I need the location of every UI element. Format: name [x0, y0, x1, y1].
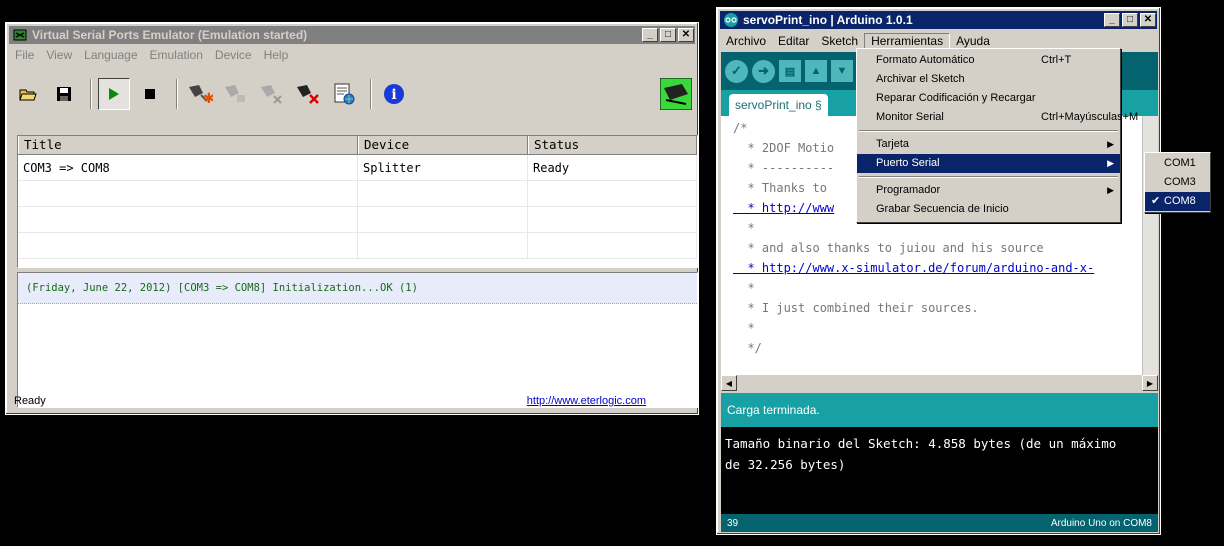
cell-device: Splitter	[358, 155, 528, 180]
herramientas-menu: Formato Automático Ctrl+T Archivar el Sk…	[856, 48, 1138, 223]
status-text: Ready	[14, 395, 46, 407]
checkmark-icon: ✔	[1151, 195, 1161, 207]
ide-bottombar: 39 Arduino Uno on COM8	[721, 514, 1158, 532]
menu-separator	[859, 130, 1118, 132]
horizontal-scrollbar[interactable]: ◀ ▶	[721, 375, 1158, 391]
close-button[interactable]: ✕	[678, 28, 694, 42]
table-row-empty	[18, 207, 697, 233]
table-row[interactable]: COM3 => COM8 Splitter Ready	[18, 155, 697, 181]
code-line: *	[733, 321, 755, 335]
submenu-arrow-icon: ▶	[1107, 139, 1114, 149]
create-device-icon[interactable]: ✱	[184, 78, 216, 110]
website-link[interactable]: http://www.eterlogic.com	[527, 395, 646, 407]
menu-herramientas[interactable]: Herramientas	[864, 33, 951, 49]
port-item-com3[interactable]: COM3	[1145, 173, 1210, 192]
open-sketch-button[interactable]: ▲	[805, 60, 827, 82]
menu-sketch[interactable]: Sketch	[815, 34, 864, 48]
vspe-logo-icon	[660, 78, 692, 110]
minimize-button[interactable]: _	[642, 28, 658, 42]
cell-status: Ready	[528, 155, 697, 180]
menu-file[interactable]: File	[9, 48, 40, 62]
menu-help[interactable]: Help	[258, 48, 295, 62]
menu-item-reparar-codificacion[interactable]: Reparar Codificación y Recargar	[857, 89, 1120, 108]
minimize-button[interactable]: _	[1104, 13, 1120, 27]
window-title: servoPrint_ino | Arduino 1.0.1	[743, 13, 913, 27]
code-line: *	[733, 281, 755, 295]
vspe-toolbar: ✱ i	[12, 69, 692, 119]
vspe-menubar: File View Language Emulation Device Help	[9, 45, 695, 65]
edit-device-icon	[220, 78, 252, 110]
menu-device[interactable]: Device	[209, 48, 258, 62]
vspe-titlebar[interactable]: Virtual Serial Ports Emulator (Emulation…	[9, 26, 695, 44]
port-item-com1[interactable]: COM1	[1145, 154, 1210, 173]
arduino-titlebar[interactable]: servoPrint_ino | Arduino 1.0.1 _ □ ✕	[720, 11, 1157, 29]
menu-editar[interactable]: Editar	[772, 34, 815, 48]
code-line-link: * http://www.x-simulator.de/forum/arduin…	[733, 261, 1095, 275]
svg-text:✱: ✱	[203, 91, 213, 105]
log-panel: (Friday, June 22, 2012) [COM3 => COM8] I…	[17, 272, 698, 408]
close-button[interactable]: ✕	[1140, 13, 1156, 27]
menu-item-programador[interactable]: Programador ▶	[857, 181, 1120, 200]
svg-text:i: i	[391, 87, 396, 103]
info-icon[interactable]: i	[378, 78, 410, 110]
code-line: */	[733, 341, 762, 355]
stop-emulation-button[interactable]	[134, 78, 166, 110]
log-line: (Friday, June 22, 2012) [COM3 => COM8] I…	[18, 273, 697, 304]
column-header-title[interactable]: Title	[18, 136, 358, 154]
verify-button[interactable]: ✓	[725, 59, 748, 83]
console-line: de 32.256 bytes)	[725, 457, 846, 472]
menu-ayuda[interactable]: Ayuda	[950, 34, 996, 48]
vspe-window: Virtual Serial Ports Emulator (Emulation…	[5, 22, 699, 415]
code-line: * I just combined their sources.	[733, 301, 979, 315]
menu-separator	[859, 176, 1118, 178]
menu-emulation[interactable]: Emulation	[144, 48, 209, 62]
upload-button[interactable]: ➜	[752, 59, 775, 83]
start-emulation-button[interactable]	[98, 78, 130, 110]
settings-network-icon[interactable]	[328, 78, 360, 110]
shortcut-label: Ctrl+T	[1041, 54, 1072, 66]
menu-item-formato-automatico[interactable]: Formato Automático Ctrl+T	[857, 51, 1120, 70]
menu-item-tarjeta[interactable]: Tarjeta ▶	[857, 135, 1120, 154]
ide-status-message: Carga terminada.	[721, 393, 1158, 427]
port-item-com8[interactable]: ✔ COM8	[1145, 192, 1210, 211]
line-number: 39	[727, 517, 739, 529]
submenu-arrow-icon: ▶	[1107, 158, 1114, 168]
column-header-status[interactable]: Status	[528, 136, 697, 154]
column-header-device[interactable]: Device	[358, 136, 528, 154]
scroll-right-icon[interactable]: ▶	[1142, 375, 1158, 391]
delete-device-icon	[256, 78, 288, 110]
vspe-app-icon	[12, 28, 28, 42]
save-icon[interactable]	[48, 78, 80, 110]
menu-view[interactable]: View	[40, 48, 78, 62]
new-sketch-button[interactable]: ▤	[779, 60, 801, 82]
console-output: Tamaño binario del Sketch: 4.858 bytes (…	[721, 427, 1158, 514]
code-line: * and also thanks to juiou and his sourc…	[733, 241, 1044, 255]
table-row-empty	[18, 181, 697, 207]
save-sketch-button[interactable]: ▼	[831, 60, 853, 82]
maximize-button[interactable]: □	[660, 28, 676, 42]
scroll-left-icon[interactable]: ◀	[721, 375, 737, 391]
submenu-arrow-icon: ▶	[1107, 185, 1114, 195]
menu-archivo[interactable]: Archivo	[720, 34, 772, 48]
menu-item-monitor-serial[interactable]: Monitor Serial Ctrl+Mayúsculas+M	[857, 108, 1138, 127]
tab-servoprint[interactable]: servoPrint_ino §	[729, 94, 828, 116]
puerto-serial-submenu: COM1 COM3 ✔ COM8	[1144, 152, 1211, 213]
shortcut-label: Ctrl+Mayúsculas+M	[1041, 111, 1139, 123]
vspe-statusbar: Ready http://www.eterlogic.com	[10, 391, 694, 411]
devices-table: Title Device Status COM3 => COM8 Splitte…	[17, 135, 698, 268]
delete-all-devices-icon[interactable]	[292, 78, 324, 110]
menu-item-grabar-secuencia[interactable]: Grabar Secuencia de Inicio	[857, 200, 1120, 219]
board-port-label: Arduino Uno on COM8	[1050, 517, 1152, 529]
window-title: Virtual Serial Ports Emulator (Emulation…	[32, 28, 308, 42]
menu-item-archivar-sketch[interactable]: Archivar el Sketch	[857, 70, 1120, 89]
maximize-button[interactable]: □	[1122, 13, 1138, 27]
table-row-empty	[18, 233, 697, 259]
cell-title: COM3 => COM8	[18, 155, 358, 180]
console-line: Tamaño binario del Sketch: 4.858 bytes (…	[725, 436, 1117, 451]
arduino-logo-icon	[723, 13, 739, 27]
table-header: Title Device Status	[18, 136, 697, 155]
menu-language[interactable]: Language	[78, 48, 143, 62]
open-folder-icon[interactable]	[12, 78, 44, 110]
menu-item-puerto-serial[interactable]: Puerto Serial ▶	[857, 154, 1120, 173]
